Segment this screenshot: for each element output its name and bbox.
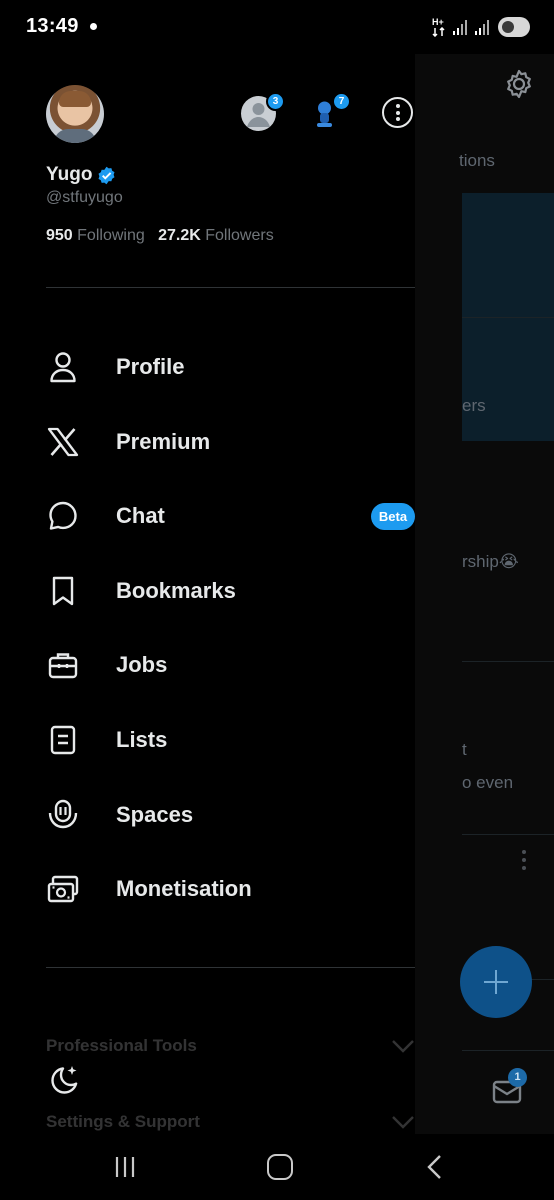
battery-icon [498,17,530,37]
menu-label: Lists [116,727,168,752]
timeline-divider [462,1050,554,1051]
money-icon [40,872,86,906]
x-logo-icon [40,425,86,459]
following-link[interactable]: 950 Following [46,227,149,244]
menu-label: Premium [116,429,211,454]
timeline-divider [462,834,554,835]
signal-strength-2-icon [475,20,489,35]
section-settings-support[interactable]: Settings & Support [46,1107,415,1137]
followers-label: Followers [205,227,274,244]
timeline-snippet: t [462,740,467,759]
followers-link[interactable]: 27.2K Followers [158,227,274,244]
chat-bubble-icon [40,499,86,533]
spaces-icon [40,798,86,832]
menu-item-premium[interactable]: Premium [40,412,416,472]
menu-item-spaces[interactable]: Spaces [40,785,416,845]
display-name: Yugo [46,164,93,185]
account-badge: 7 [332,92,351,111]
bookmark-icon [40,574,86,608]
account-badge: 3 [266,92,285,111]
menu-label: Bookmarks [116,578,236,603]
status-bar: 13:49 H+ [0,0,554,54]
compose-post-button[interactable] [460,946,532,1018]
following-label: Following [77,227,145,244]
back-icon[interactable] [425,1154,443,1180]
display-mode-moon-icon[interactable] [46,1064,80,1096]
menu-label: Spaces [116,802,194,827]
timeline-snippet: rship😭 [462,552,519,571]
side-drawer: 3 7 Yugo @stfuyugo 950 Following 27.2K F… [0,54,415,1134]
network-type-icon: H+ [432,17,448,39]
switch-account-button[interactable]: 3 [240,92,285,132]
timeline-divider [462,317,554,318]
section-professional-tools[interactable]: Professional Tools [46,1031,415,1061]
chevron-down-icon [392,1116,414,1129]
more-accounts-button[interactable] [382,97,413,128]
divider [46,287,415,288]
menu-item-bookmarks[interactable]: Bookmarks [40,561,416,621]
section-label: Settings & Support [46,1112,200,1131]
menu-label: Chat [116,503,165,528]
profile-name-row[interactable]: Yugo [46,164,116,186]
divider [46,967,415,968]
menu-label: Profile [116,354,185,379]
menu-label: Monetisation [116,876,252,901]
notification-dot-icon [90,23,97,30]
timeline-snippet: o even [462,773,514,792]
chevron-down-icon [392,1040,414,1053]
menu-label: Jobs [116,652,168,677]
switch-account-button[interactable]: 7 [306,92,351,132]
briefcase-icon [40,648,86,682]
follow-stats: 950 Following 27.2K Followers [46,227,274,245]
list-icon [40,723,86,757]
status-time: 13:49 [26,15,79,37]
menu-item-monetisation[interactable]: Monetisation [40,859,416,919]
person-icon [40,350,86,384]
messages-badge: 1 [508,1068,527,1087]
menu-item-profile[interactable]: Profile [40,337,416,397]
timeline-tab-label[interactable]: tions [459,151,495,171]
timeline-divider [462,661,554,662]
more-options-icon[interactable] [521,850,527,872]
home-button[interactable] [267,1154,293,1180]
verified-badge-icon [98,166,115,184]
network-type-label: H+ [432,17,444,27]
beta-badge: Beta [371,503,415,530]
following-count: 950 [46,227,73,244]
signal-strength-icon [453,20,467,35]
timeline-snippet: ers [462,396,486,415]
menu-item-chat[interactable]: Chat Beta [40,486,416,546]
menu-item-jobs[interactable]: Jobs [40,635,416,695]
recent-apps-icon[interactable] [114,1156,136,1178]
user-handle: @stfuyugo [46,189,123,206]
profile-avatar[interactable] [46,85,104,143]
menu-item-lists[interactable]: Lists [40,710,416,770]
system-nav-bar [0,1134,554,1200]
followers-count: 27.2K [158,227,201,244]
settings-gear-icon[interactable] [503,68,535,100]
section-label: Professional Tools [46,1036,197,1055]
